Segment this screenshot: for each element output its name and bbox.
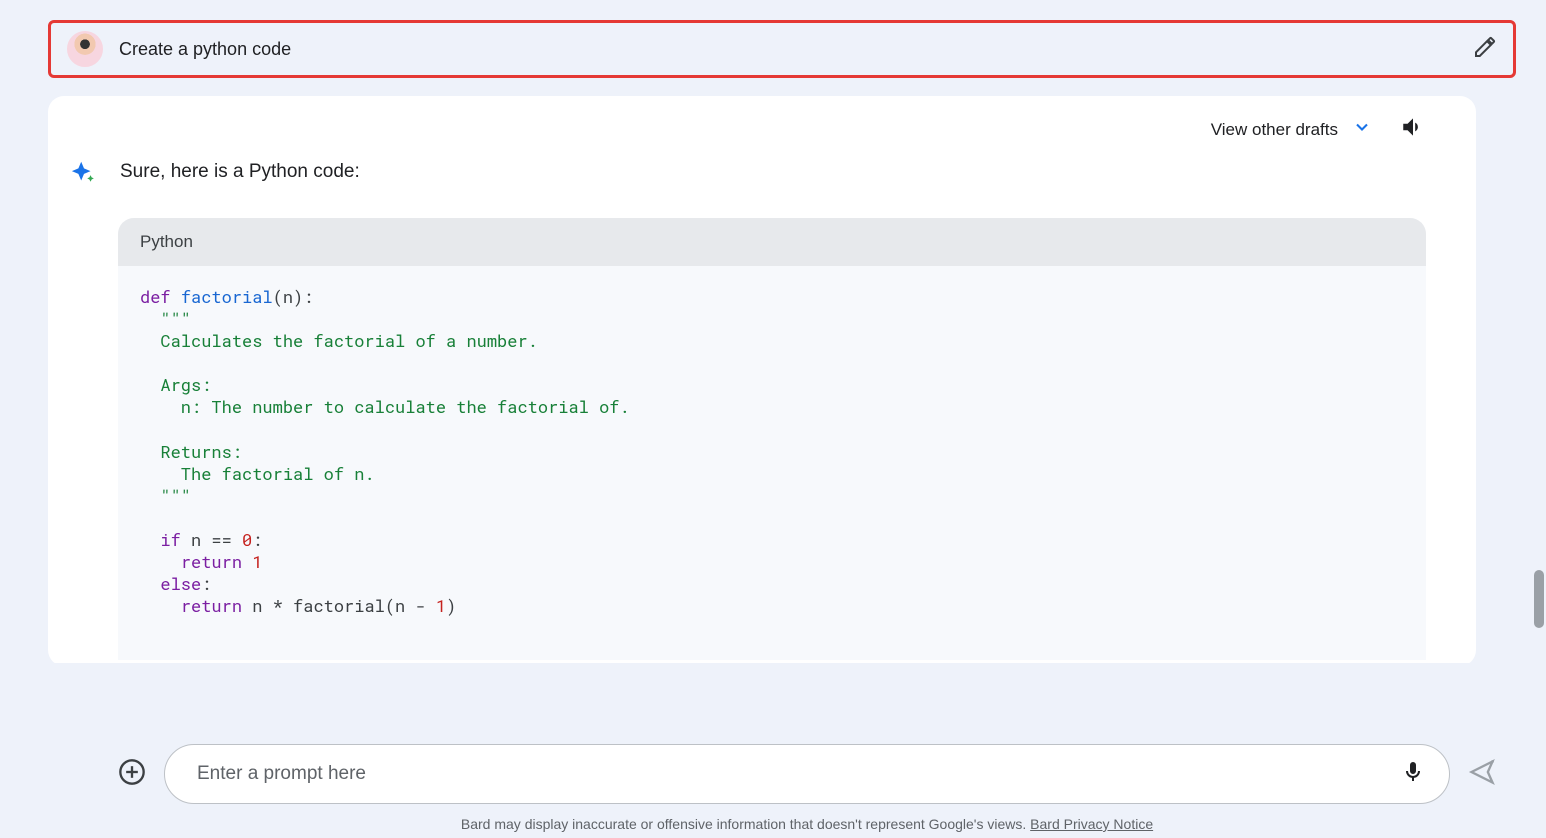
view-drafts-button[interactable]: View other drafts [1211, 117, 1372, 142]
disclaimer-text: Bard may display inaccurate or offensive… [461, 816, 1030, 832]
chevron-down-icon [1352, 117, 1372, 142]
microphone-icon[interactable] [1401, 760, 1425, 789]
response-header: View other drafts [68, 114, 1426, 145]
footer: Bard may display inaccurate or offensive… [0, 726, 1546, 838]
response-intro: Sure, here is a Python code: [120, 159, 360, 183]
disclaimer: Bard may display inaccurate or offensive… [118, 816, 1496, 832]
response-card: View other drafts Sure, here is a Python… [48, 96, 1476, 663]
prompt-box[interactable] [164, 744, 1450, 804]
user-message: Create a python code [48, 20, 1516, 78]
response-intro-row: Sure, here is a Python code: [68, 159, 1426, 196]
add-icon[interactable] [118, 758, 146, 791]
privacy-link[interactable]: Bard Privacy Notice [1030, 816, 1153, 832]
scrollbar[interactable] [1534, 570, 1544, 628]
send-icon[interactable] [1468, 758, 1496, 791]
user-avatar [67, 31, 103, 67]
drafts-label: View other drafts [1211, 120, 1338, 140]
edit-icon[interactable] [1473, 35, 1497, 64]
code-block: Python def factorial(n): """ Calculates … [118, 218, 1426, 660]
user-prompt-text: Create a python code [119, 39, 1473, 60]
speaker-icon[interactable] [1400, 114, 1426, 145]
input-row [118, 744, 1496, 804]
conversation-area: Create a python code View other drafts S… [0, 0, 1546, 663]
bard-logo-icon [70, 159, 102, 196]
code-language-label: Python [118, 218, 1426, 266]
prompt-input[interactable] [197, 763, 1401, 785]
code-body: def factorial(n): """ Calculates the fac… [118, 266, 1426, 660]
